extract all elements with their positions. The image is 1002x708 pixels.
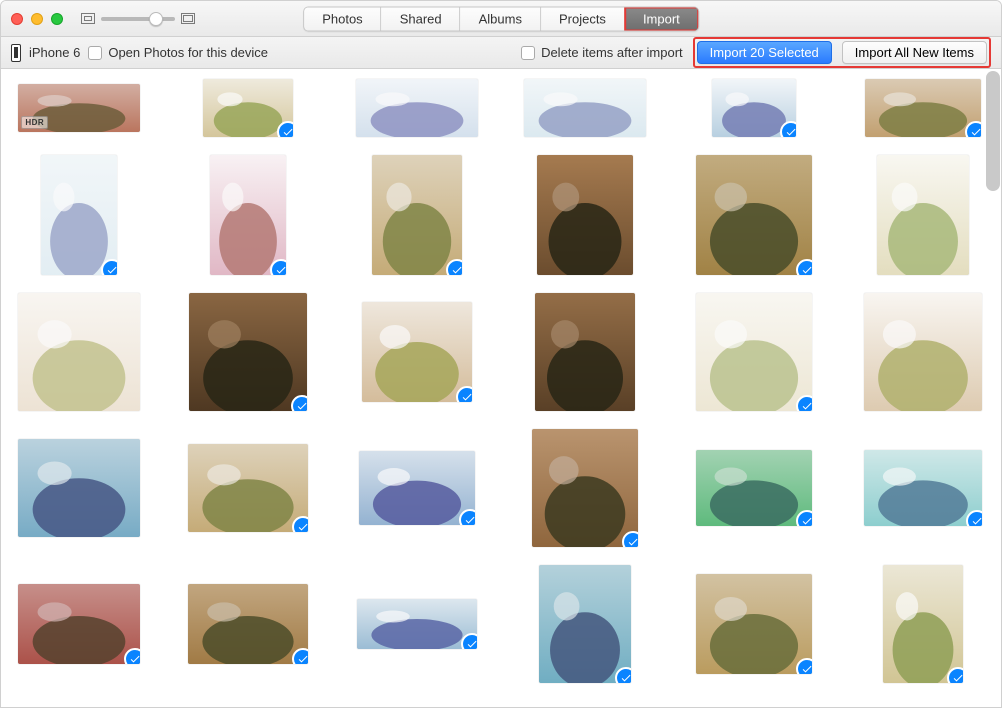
selected-check-icon[interactable] [796,658,812,674]
photo-thumbnail[interactable] [883,565,963,683]
photo-thumbnail[interactable] [532,429,638,547]
delete-after-import-checkbox[interactable]: Delete items after import [521,45,683,60]
import-toolbar: iPhone 6 Open Photos for this device Del… [1,37,1001,69]
photo-thumbnail[interactable] [696,574,812,674]
selected-check-icon[interactable] [615,667,631,683]
photo-thumbnail[interactable] [864,293,982,411]
import-buttons-highlight: Import 20 Selected Import All New Items [693,37,991,68]
selected-check-icon[interactable] [292,648,308,664]
photo-thumbnail[interactable] [537,155,633,275]
view-tabs: Photos Shared Albums Projects Import [303,6,699,31]
photo-thumbnail[interactable] [362,302,472,402]
selected-check-icon[interactable] [292,516,308,532]
photo-thumbnail[interactable] [210,155,286,275]
photo-thumbnail[interactable] [712,79,796,137]
photo-thumbnail[interactable] [189,293,307,411]
fullscreen-window-button[interactable] [51,13,63,25]
selected-check-icon[interactable] [277,121,293,137]
selected-check-icon[interactable] [796,395,812,411]
photo-thumbnail[interactable] [539,565,631,683]
tab-import[interactable]: Import [625,7,698,30]
vertical-scrollbar[interactable] [986,71,1000,191]
tab-projects[interactable]: Projects [541,7,625,30]
photo-thumbnail[interactable] [877,155,969,275]
close-window-button[interactable] [11,13,23,25]
photo-thumbnail[interactable] [188,444,308,532]
zoom-slider-knob[interactable] [149,12,163,26]
photo-thumbnail[interactable] [18,293,140,411]
delete-after-import-checkbox-input[interactable] [521,46,535,60]
thumbnail-grid[interactable]: HDR [1,69,1001,707]
photo-thumbnail[interactable] [18,439,140,537]
photo-thumbnail[interactable] [865,79,981,137]
selected-check-icon[interactable] [796,259,812,275]
selected-check-icon[interactable] [101,259,117,275]
photo-thumbnail[interactable] [535,293,635,411]
device-phone-icon [11,44,21,62]
window-controls [11,13,63,25]
photo-thumbnail[interactable] [372,155,462,275]
open-photos-label: Open Photos for this device [108,45,268,60]
photo-thumbnail[interactable] [356,79,478,137]
photo-thumbnail[interactable] [696,155,812,275]
photo-thumbnail[interactable] [41,155,117,275]
selected-check-icon[interactable] [291,395,307,411]
tab-shared[interactable]: Shared [382,7,461,30]
zoom-out-icon[interactable] [81,13,95,24]
import-selected-button[interactable]: Import 20 Selected [697,41,832,64]
selected-check-icon[interactable] [124,648,140,664]
photo-thumbnail[interactable] [864,450,982,526]
photo-thumbnail[interactable]: HDR [18,84,140,132]
selected-check-icon[interactable] [780,121,796,137]
open-photos-checkbox-input[interactable] [88,46,102,60]
open-photos-checkbox[interactable]: Open Photos for this device [88,45,268,60]
photo-thumbnail[interactable] [203,79,293,137]
zoom-slider[interactable] [101,17,175,21]
selected-check-icon[interactable] [796,510,812,526]
photo-thumbnail[interactable] [357,599,477,649]
photo-thumbnail[interactable] [524,79,646,137]
hdr-badge: HDR [21,116,48,129]
selected-check-icon[interactable] [622,531,638,547]
photo-thumbnail[interactable] [18,584,140,664]
photo-thumbnail[interactable] [359,451,475,525]
delete-after-import-label: Delete items after import [541,45,683,60]
photo-thumbnail[interactable] [188,584,308,664]
selected-check-icon[interactable] [270,259,286,275]
photo-thumbnail[interactable] [696,293,812,411]
zoom-in-icon[interactable] [181,13,195,24]
tab-photos[interactable]: Photos [304,7,381,30]
minimize-window-button[interactable] [31,13,43,25]
device-name: iPhone 6 [29,45,80,60]
tab-albums[interactable]: Albums [461,7,541,30]
thumbnail-zoom-control [81,13,195,24]
import-all-new-button[interactable]: Import All New Items [842,41,987,64]
photos-app-window: Photos Shared Albums Projects Import iPh… [0,0,1002,708]
photo-thumbnail[interactable] [696,450,812,526]
titlebar: Photos Shared Albums Projects Import [1,1,1001,37]
